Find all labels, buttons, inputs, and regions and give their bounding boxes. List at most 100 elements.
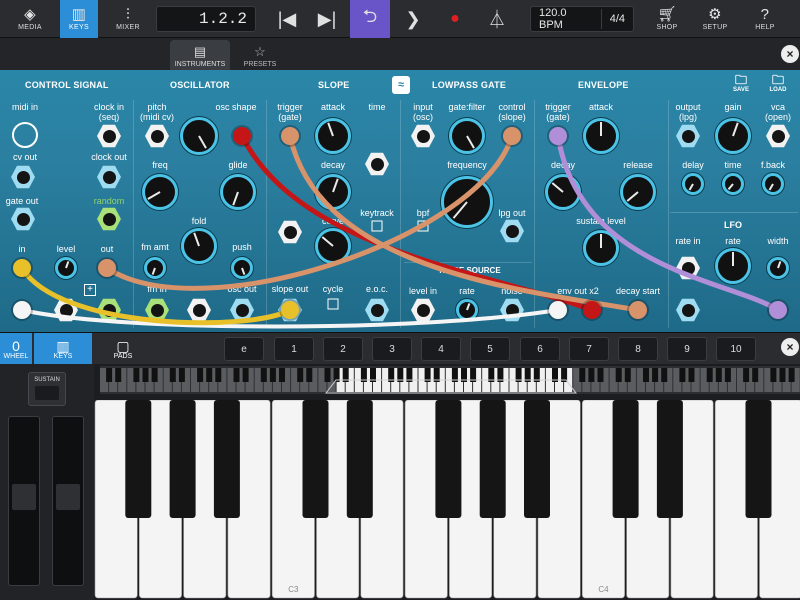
slope-cv-jack[interactable] bbox=[278, 220, 302, 244]
black-key[interactable] bbox=[302, 400, 329, 518]
gate-out-jack[interactable] bbox=[11, 207, 35, 231]
plug-yellow[interactable] bbox=[13, 259, 31, 277]
piano-keyboard[interactable]: C3 C4 bbox=[94, 400, 800, 600]
slope-decay-knob[interactable] bbox=[315, 174, 351, 210]
osc-mid-jack[interactable] bbox=[187, 298, 211, 322]
gate-filter-knob[interactable] bbox=[449, 118, 485, 154]
rewind-button[interactable]: |◀ bbox=[270, 5, 304, 33]
sustain-button[interactable]: SUSTAIN bbox=[28, 372, 66, 406]
attenuator-jack[interactable] bbox=[54, 298, 78, 322]
black-key[interactable] bbox=[612, 400, 639, 518]
mini-keyboard-navigator[interactable] bbox=[100, 366, 800, 394]
delay-time-knob[interactable] bbox=[722, 173, 744, 195]
close-keyboard-button[interactable]: × bbox=[781, 338, 799, 356]
black-key[interactable] bbox=[479, 400, 506, 518]
eoc-jack[interactable] bbox=[365, 298, 389, 322]
release-knob[interactable] bbox=[620, 174, 656, 210]
preset-slot-4[interactable]: 4 bbox=[421, 337, 461, 361]
tab-presets[interactable]: ☆ PRESETS bbox=[230, 40, 290, 70]
plug-yellow[interactable] bbox=[281, 301, 299, 319]
fold-knob[interactable] bbox=[181, 228, 217, 264]
push-knob[interactable] bbox=[231, 257, 253, 279]
clock-out-jack[interactable] bbox=[97, 165, 121, 189]
env-attack-knob[interactable] bbox=[583, 118, 619, 154]
position-display[interactable]: 1.2.2 bbox=[156, 6, 256, 32]
level-in-jack[interactable] bbox=[411, 298, 435, 322]
preset-slot-2[interactable]: 2 bbox=[323, 337, 363, 361]
black-key[interactable] bbox=[346, 400, 373, 518]
preset-slot-5[interactable]: 5 bbox=[470, 337, 510, 361]
plug-purple[interactable] bbox=[549, 127, 567, 145]
glide-knob[interactable] bbox=[220, 174, 256, 210]
noise-jack[interactable] bbox=[500, 298, 524, 322]
loop-button[interactable]: ⮌ bbox=[350, 0, 390, 38]
black-key[interactable] bbox=[435, 400, 462, 518]
plug-white[interactable] bbox=[549, 301, 567, 319]
preset-slot-8[interactable]: 8 bbox=[618, 337, 658, 361]
record-button[interactable]: ● bbox=[438, 5, 472, 33]
plug-red[interactable] bbox=[233, 127, 251, 145]
keys-button[interactable]: ▥ KEYS bbox=[60, 0, 98, 38]
forward-button[interactable]: ▶| bbox=[310, 5, 344, 33]
random-jack[interactable] bbox=[97, 207, 121, 231]
lfo-tri-out-jack[interactable] bbox=[676, 298, 700, 322]
cv-out-jack[interactable] bbox=[11, 165, 35, 189]
fm-in-jack[interactable] bbox=[145, 298, 169, 322]
preset-slot-3[interactable]: 3 bbox=[372, 337, 412, 361]
preset-slot-6[interactable]: 6 bbox=[520, 337, 560, 361]
curve-knob[interactable] bbox=[315, 228, 351, 264]
plug-tan[interactable] bbox=[629, 301, 647, 319]
black-key[interactable] bbox=[169, 400, 196, 518]
frequency-knob[interactable] bbox=[441, 176, 493, 228]
sustain-level-knob[interactable] bbox=[583, 230, 619, 266]
width-knob[interactable] bbox=[767, 257, 789, 279]
close-browser-button[interactable]: × bbox=[781, 45, 799, 63]
pitch-wheel[interactable] bbox=[8, 416, 40, 586]
help-button[interactable]: ? HELP bbox=[748, 0, 782, 38]
time-jack[interactable] bbox=[365, 152, 389, 176]
noise-rate-knob[interactable] bbox=[456, 299, 478, 321]
sum-out-jack[interactable] bbox=[97, 298, 121, 322]
mod-wheel[interactable] bbox=[52, 416, 84, 586]
vca-jack[interactable] bbox=[766, 124, 790, 148]
plug-tan[interactable] bbox=[281, 127, 299, 145]
shop-button[interactable]: 🛒︎ SHOP bbox=[650, 0, 684, 38]
wheel-button[interactable]: 0 WHEEL bbox=[0, 333, 32, 365]
gain-knob[interactable] bbox=[715, 118, 751, 154]
lfo-rate-knob[interactable] bbox=[715, 248, 751, 284]
plug-tan[interactable] bbox=[503, 127, 521, 145]
lpg-input-jack[interactable] bbox=[411, 124, 435, 148]
keytrack-switch[interactable] bbox=[371, 220, 383, 232]
delay-knob[interactable] bbox=[682, 173, 704, 195]
preset-edit-button[interactable]: e bbox=[224, 337, 264, 361]
tempo-display[interactable]: 120.0 BPM 4/4 bbox=[530, 6, 634, 32]
plug-red[interactable] bbox=[583, 301, 601, 319]
setup-button[interactable]: ⚙ SETUP bbox=[698, 0, 732, 38]
preset-slot-7[interactable]: 7 bbox=[569, 337, 609, 361]
bpf-switch[interactable] bbox=[417, 220, 429, 232]
plug-tan[interactable] bbox=[98, 259, 116, 277]
keys-view-button[interactable]: ▥ KEYS bbox=[34, 333, 92, 365]
fm-amt-knob[interactable] bbox=[144, 257, 166, 279]
cycle-switch[interactable] bbox=[327, 298, 339, 310]
osc-out-jack[interactable] bbox=[230, 298, 254, 322]
plug-white[interactable] bbox=[13, 301, 31, 319]
clock-in-jack[interactable] bbox=[97, 124, 121, 148]
env-decay-knob[interactable] bbox=[545, 174, 581, 210]
save-button[interactable]: 🗀︎ SAVE bbox=[730, 74, 752, 94]
pitch-jack[interactable] bbox=[145, 124, 169, 148]
media-button[interactable]: ◈ MEDIA bbox=[8, 0, 52, 38]
preset-slot-1[interactable]: 1 bbox=[274, 337, 314, 361]
mixer-button[interactable]: ⫶ MIXER bbox=[108, 0, 148, 38]
metronome-button[interactable]: ⏃ bbox=[480, 5, 514, 33]
freq-knob[interactable] bbox=[142, 174, 178, 210]
plug-purple[interactable] bbox=[769, 301, 787, 319]
pads-button[interactable]: ▢ PADS bbox=[106, 333, 140, 365]
lpg-out-jack[interactable] bbox=[500, 219, 524, 243]
preset-slot-10[interactable]: 10 bbox=[716, 337, 756, 361]
black-key[interactable] bbox=[524, 400, 550, 518]
load-button[interactable]: 🗀︎ LOAD bbox=[766, 74, 790, 94]
black-key[interactable] bbox=[213, 400, 240, 518]
slope-attack-knob[interactable] bbox=[315, 118, 351, 154]
pitch-knob[interactable] bbox=[180, 117, 218, 155]
